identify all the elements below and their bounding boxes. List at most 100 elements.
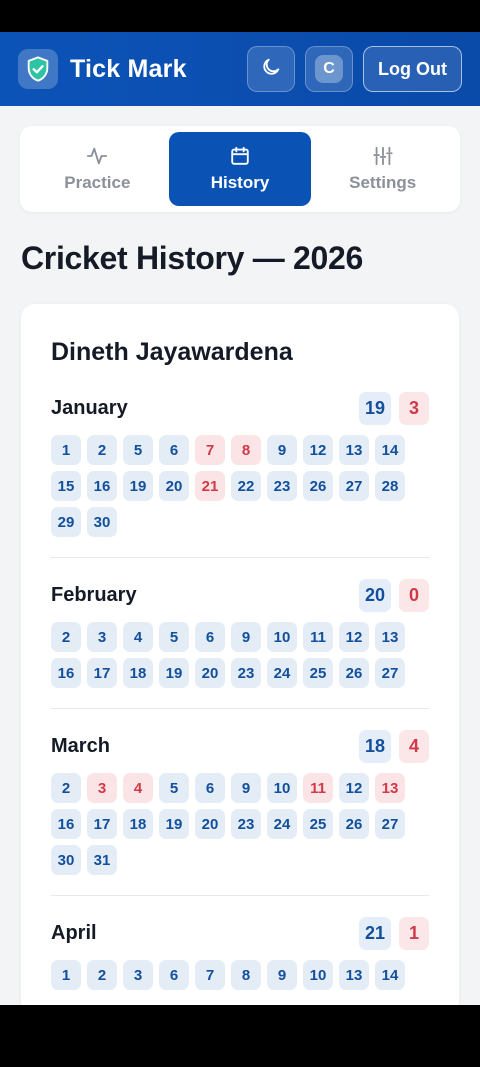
day-chip-present[interactable]: 15 xyxy=(51,471,81,501)
day-chip-present[interactable]: 8 xyxy=(231,960,261,990)
month-counts: 20 0 xyxy=(358,578,429,612)
day-chip-present[interactable]: 1 xyxy=(51,435,81,465)
day-chip-present[interactable]: 16 xyxy=(51,658,81,688)
day-chip-absent[interactable]: 21 xyxy=(195,471,225,501)
app-screen: Tick Mark C Log Out Practice History Set… xyxy=(0,32,480,1005)
day-chip-present[interactable]: 16 xyxy=(51,809,81,839)
tab-label: Settings xyxy=(349,173,417,192)
day-chip-present[interactable]: 25 xyxy=(303,658,333,688)
app-header: Tick Mark C Log Out xyxy=(0,32,480,106)
day-chip-present[interactable]: 6 xyxy=(159,435,189,465)
page-title: Cricket History — 2026 xyxy=(21,240,364,276)
month-section: January 19 3 1 2 5 6 7 8 9 12 13 14 15 16 19 20 21 22 23 26 2… xyxy=(51,391,429,557)
day-chip-present[interactable]: 3 xyxy=(87,622,117,652)
day-chip-present[interactable]: 30 xyxy=(51,845,81,875)
avatar: C xyxy=(315,55,344,83)
absent-count-badge: 4 xyxy=(399,729,429,763)
day-chip-present[interactable]: 14 xyxy=(375,435,405,465)
logout-button[interactable]: Log Out xyxy=(363,46,462,92)
day-chip-present[interactable]: 20 xyxy=(159,471,189,501)
present-count-badge: 21 xyxy=(358,916,391,950)
day-chip-present[interactable]: 22 xyxy=(231,471,261,501)
day-chip-present[interactable]: 18 xyxy=(123,809,153,839)
day-chip-present[interactable]: 6 xyxy=(195,622,225,652)
day-chip-present[interactable]: 9 xyxy=(231,773,261,803)
day-chip-present[interactable]: 27 xyxy=(375,658,405,688)
day-chip-present[interactable]: 20 xyxy=(195,809,225,839)
day-chip-present[interactable]: 24 xyxy=(267,658,297,688)
day-chip-present[interactable]: 20 xyxy=(195,658,225,688)
day-chip-present[interactable]: 10 xyxy=(267,773,297,803)
day-chip-present[interactable]: 11 xyxy=(303,622,333,652)
month-name: February xyxy=(51,583,137,606)
day-chip-present[interactable]: 13 xyxy=(375,622,405,652)
day-chip-present[interactable]: 31 xyxy=(87,845,117,875)
day-chip-present[interactable]: 23 xyxy=(231,658,261,688)
day-chip-present[interactable]: 2 xyxy=(87,960,117,990)
month-section: March 18 4 2 3 4 5 6 9 10 11 12 13 16 17 18 19 20 23 24 25 26… xyxy=(51,708,429,895)
day-chip-present[interactable]: 12 xyxy=(339,773,369,803)
day-chip-present[interactable]: 4 xyxy=(123,622,153,652)
day-chip-present[interactable]: 5 xyxy=(159,622,189,652)
day-chip-present[interactable]: 12 xyxy=(303,435,333,465)
day-chip-present[interactable]: 26 xyxy=(303,471,333,501)
day-chip-present[interactable]: 5 xyxy=(159,773,189,803)
day-chip-present[interactable]: 14 xyxy=(375,960,405,990)
day-chip-absent[interactable]: 3 xyxy=(87,773,117,803)
day-chip-present[interactable]: 13 xyxy=(339,435,369,465)
day-chip-present[interactable]: 9 xyxy=(231,622,261,652)
day-chip-present[interactable]: 10 xyxy=(267,622,297,652)
day-chip-present[interactable]: 28 xyxy=(375,471,405,501)
day-chip-present[interactable]: 2 xyxy=(51,773,81,803)
day-chip-present[interactable]: 29 xyxy=(51,507,81,537)
day-chip-present[interactable]: 2 xyxy=(51,622,81,652)
tab-practice[interactable]: Practice xyxy=(26,132,169,206)
day-chip-present[interactable]: 26 xyxy=(339,658,369,688)
day-chip-present[interactable]: 19 xyxy=(123,471,153,501)
day-chip-present[interactable]: 27 xyxy=(339,471,369,501)
day-chip-present[interactable]: 25 xyxy=(303,809,333,839)
day-chip-present[interactable]: 2 xyxy=(87,435,117,465)
day-chip-absent[interactable]: 7 xyxy=(195,435,225,465)
day-chip-present[interactable]: 9 xyxy=(267,435,297,465)
profile-button[interactable]: C xyxy=(305,46,354,92)
day-chip-present[interactable]: 26 xyxy=(339,809,369,839)
day-chip-absent[interactable]: 13 xyxy=(375,773,405,803)
day-chip-present[interactable]: 6 xyxy=(195,773,225,803)
day-chip-present[interactable]: 19 xyxy=(159,658,189,688)
day-chip-present[interactable]: 9 xyxy=(267,960,297,990)
tab-settings[interactable]: Settings xyxy=(311,132,454,206)
day-chip-present[interactable]: 27 xyxy=(375,809,405,839)
day-chip-present[interactable]: 23 xyxy=(231,809,261,839)
app-title: Tick Mark xyxy=(70,54,187,83)
activity-icon xyxy=(85,145,109,167)
day-chip-absent[interactable]: 11 xyxy=(303,773,333,803)
theme-toggle-button[interactable] xyxy=(247,46,296,92)
day-chip-present[interactable]: 18 xyxy=(123,658,153,688)
day-chip-present[interactable]: 19 xyxy=(159,809,189,839)
day-chip-present[interactable]: 5 xyxy=(123,435,153,465)
day-chip-present[interactable]: 10 xyxy=(303,960,333,990)
day-chip-present[interactable]: 3 xyxy=(123,960,153,990)
day-chip-present[interactable]: 24 xyxy=(267,809,297,839)
month-header: April 21 1 xyxy=(51,916,429,950)
day-chip-absent[interactable]: 4 xyxy=(123,773,153,803)
day-chip-present[interactable]: 6 xyxy=(159,960,189,990)
month-section: April 21 1 1 2 3 6 7 8 9 10 13 14 xyxy=(51,895,429,1005)
day-chip-present[interactable]: 17 xyxy=(87,658,117,688)
day-chip-present[interactable]: 12 xyxy=(339,622,369,652)
day-chip-present[interactable]: 7 xyxy=(195,960,225,990)
day-chip-present[interactable]: 13 xyxy=(339,960,369,990)
day-grid: 2 3 4 5 6 9 10 11 12 13 16 17 18 19 20 23 24 25 26 27 xyxy=(51,622,429,688)
day-chip-present[interactable]: 16 xyxy=(87,471,117,501)
day-chip-present[interactable]: 30 xyxy=(87,507,117,537)
moon-icon xyxy=(260,56,282,83)
day-chip-present[interactable]: 23 xyxy=(267,471,297,501)
absent-count-badge: 1 xyxy=(399,916,429,950)
day-chip-present[interactable]: 1 xyxy=(51,960,81,990)
tab-history[interactable]: History xyxy=(168,132,312,206)
player-name: Dineth Jayawardena xyxy=(51,338,293,366)
day-chip-absent[interactable]: 8 xyxy=(231,435,261,465)
day-chip-present[interactable]: 17 xyxy=(87,809,117,839)
tab-label: Practice xyxy=(64,173,131,192)
